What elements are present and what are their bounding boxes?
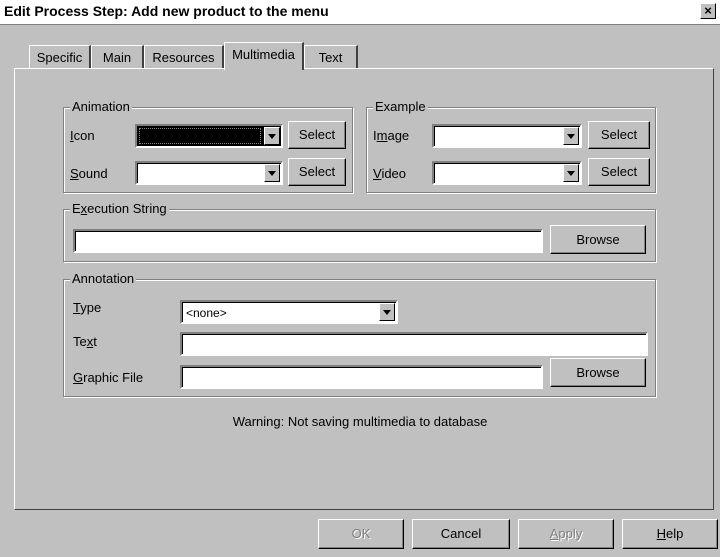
example-legend: Example — [373, 99, 428, 114]
chevron-down-icon[interactable] — [264, 164, 280, 182]
tab-specific-label: Specific — [36, 50, 83, 65]
chevron-down-icon[interactable] — [563, 164, 579, 182]
icon-combo-focus — [139, 128, 261, 144]
chevron-down-icon[interactable] — [563, 127, 579, 145]
tab-specific[interactable]: Specific — [29, 45, 91, 69]
tab-main-label: Main — [102, 50, 132, 65]
window-title: Edit Process Step: Add new product to th… — [4, 3, 329, 19]
help-button[interactable]: Help — [622, 519, 718, 549]
sound-label: Sound — [70, 166, 108, 181]
execution-browse-button[interactable]: Browse — [550, 225, 646, 254]
type-label: Type — [73, 300, 102, 315]
video-combo[interactable] — [432, 161, 582, 185]
image-combo[interactable] — [432, 124, 582, 148]
execution-string-input[interactable] — [73, 229, 543, 253]
ok-button[interactable]: OK — [318, 519, 404, 549]
tab-resources-label: Resources — [152, 50, 215, 65]
tab-text-label: Text — [318, 50, 343, 65]
tab-resources[interactable]: Resources — [144, 45, 224, 69]
annotation-legend: Annotation — [70, 271, 137, 286]
cancel-button[interactable]: Cancel — [412, 519, 510, 549]
graphic-file-label: Graphic File — [73, 370, 144, 385]
type-combo[interactable]: <none> — [180, 300, 398, 324]
graphic-file-input[interactable] — [180, 365, 543, 389]
image-label: Image — [373, 128, 410, 143]
chevron-down-icon[interactable] — [264, 127, 280, 145]
type-combo-value: <none> — [186, 306, 227, 320]
graphic-browse-button[interactable]: Browse — [550, 358, 646, 387]
animation-legend: Animation — [70, 99, 132, 114]
tab-text[interactable]: Text — [304, 45, 358, 69]
close-icon: × — [704, 3, 712, 18]
tab-main[interactable]: Main — [91, 45, 144, 69]
video-select-button[interactable]: Select — [588, 158, 650, 186]
annotation-text-input[interactable] — [180, 332, 648, 356]
close-button[interactable]: × — [700, 3, 716, 19]
sound-select-button[interactable]: Select — [288, 158, 346, 186]
icon-select-button[interactable]: Select — [288, 121, 346, 149]
title-bar: Edit Process Step: Add new product to th… — [0, 0, 720, 25]
warning-text: Warning: Not saving multimedia to databa… — [232, 414, 488, 429]
chevron-down-icon[interactable] — [379, 303, 395, 321]
tab-multimedia-label: Multimedia — [232, 47, 295, 62]
text-label: Text — [73, 334, 97, 349]
sound-combo[interactable] — [135, 161, 283, 185]
icon-label: Icon — [70, 128, 95, 143]
icon-combo[interactable] — [135, 124, 283, 148]
video-label: Video — [373, 166, 407, 181]
image-select-button[interactable]: Select — [588, 121, 650, 149]
apply-button[interactable]: Apply — [518, 519, 614, 549]
execution-legend: Execution String — [70, 201, 169, 216]
tab-multimedia[interactable]: Multimedia — [224, 42, 304, 70]
